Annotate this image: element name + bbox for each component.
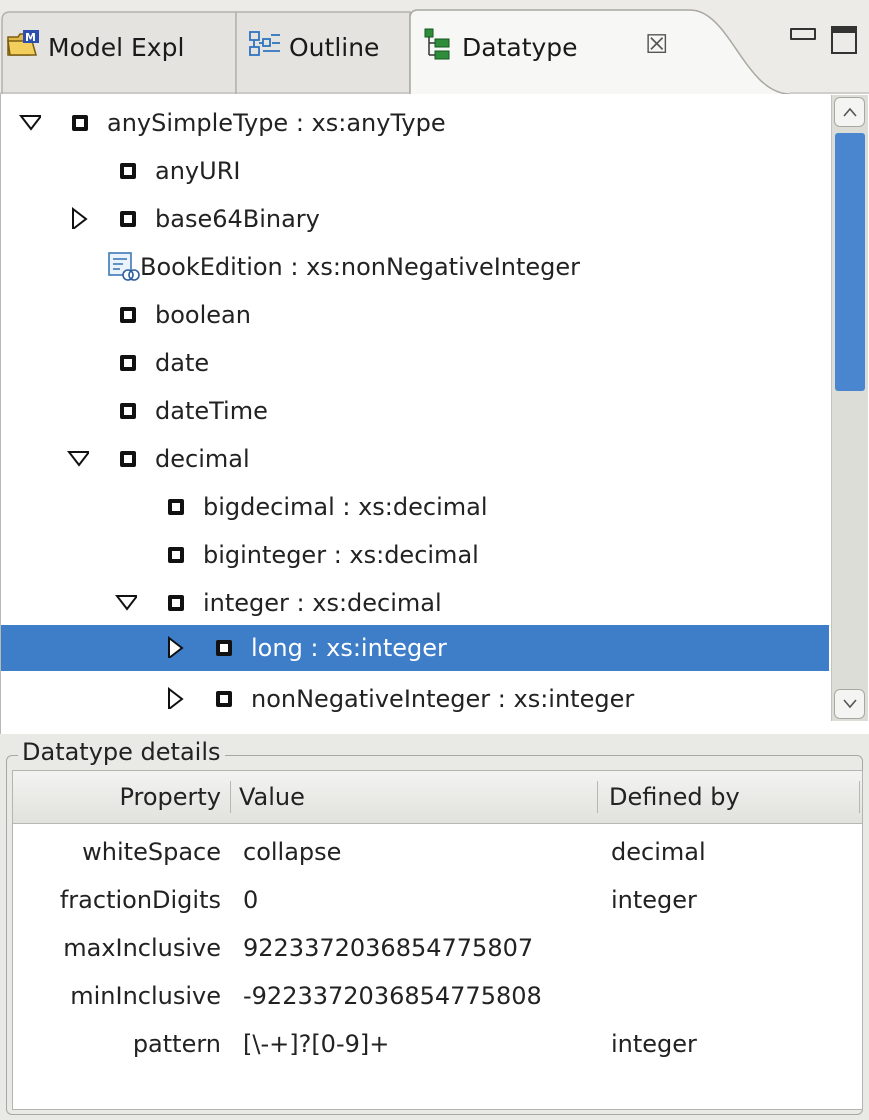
tree-item-label: BookEdition : xs:nonNegativeInteger bbox=[140, 253, 581, 281]
tree-item-label: nonNegativeInteger : xs:integer bbox=[251, 685, 635, 713]
property-cell: whiteSpace bbox=[82, 838, 221, 866]
details-row[interactable]: fractionDigits 0 integer bbox=[13, 877, 862, 923]
tab-model-explorer[interactable]: M Model Expl bbox=[6, 14, 184, 80]
tab-model-explorer-label: Model Expl bbox=[48, 32, 185, 62]
datatype-bullet-icon bbox=[216, 640, 232, 656]
model-explorer-icon: M bbox=[6, 29, 40, 65]
tree-item[interactable]: biginteger : xs:decimal bbox=[1, 532, 829, 578]
datatype-bullet-icon bbox=[120, 355, 136, 371]
tree-item-label: bigdecimal : xs:decimal bbox=[203, 493, 488, 521]
tab-outline[interactable]: Outline bbox=[247, 14, 379, 80]
tree-item[interactable]: nonNegativeInteger : xs:integer bbox=[1, 676, 829, 722]
tree-item[interactable]: boolean bbox=[1, 292, 829, 338]
tree-item-label: dateTime bbox=[155, 397, 268, 425]
value-cell: [\-+]?[0-9]+ bbox=[243, 1030, 390, 1058]
datatype-tree[interactable]: anySimpleType : xs:anyType anyURI base64Bi… bbox=[0, 94, 869, 734]
tree-item-label: biginteger : xs:decimal bbox=[203, 541, 479, 569]
datatype-bullet-icon bbox=[216, 691, 232, 707]
datatype-bullet-icon bbox=[120, 451, 136, 467]
tree-item[interactable]: bigdecimal : xs:decimal bbox=[1, 484, 829, 530]
tree-item[interactable]: BookEdition : xs:nonNegativeInteger bbox=[1, 244, 829, 290]
tree-item[interactable]: decimal bbox=[1, 436, 829, 482]
tab-outline-label: Outline bbox=[289, 32, 380, 62]
scrollbar-thumb[interactable] bbox=[835, 133, 865, 391]
tree-item[interactable]: date bbox=[1, 340, 829, 386]
collapsed-triangle-icon[interactable] bbox=[67, 207, 89, 229]
scroll-up-arrow-icon[interactable] bbox=[834, 97, 865, 127]
tree-item-label: boolean bbox=[155, 301, 251, 329]
value-cell: 9223372036854775807 bbox=[243, 934, 534, 962]
expanded-triangle-icon[interactable] bbox=[19, 111, 41, 133]
tree-item-label: anySimpleType : xs:anyType bbox=[107, 109, 446, 137]
tree-item-label: long : xs:integer bbox=[251, 634, 447, 662]
column-header-property[interactable]: Property bbox=[13, 771, 227, 823]
datatype-bullet-icon bbox=[120, 403, 136, 419]
defined-by-cell: integer bbox=[611, 1030, 697, 1058]
value-cell: 0 bbox=[243, 886, 259, 914]
property-cell: fractionDigits bbox=[59, 886, 221, 914]
tree-item-label: base64Binary bbox=[155, 205, 320, 233]
column-separator[interactable] bbox=[859, 781, 860, 813]
tree-item[interactable]: integer : xs:decimal bbox=[1, 580, 829, 626]
tab-datatype-label: Datatype bbox=[462, 32, 578, 62]
tree-item-label: anyURI bbox=[155, 157, 241, 185]
collapsed-triangle-icon[interactable] bbox=[163, 687, 185, 709]
outline-icon bbox=[247, 29, 281, 65]
property-cell: pattern bbox=[132, 1030, 221, 1058]
svg-text:M: M bbox=[25, 31, 36, 44]
maximize-view-icon[interactable] bbox=[831, 26, 857, 54]
user-datatype-icon bbox=[108, 252, 140, 281]
property-cell: minInclusive bbox=[70, 982, 221, 1010]
datatype-bullet-icon bbox=[168, 595, 184, 611]
expanded-triangle-icon[interactable] bbox=[67, 447, 89, 469]
datatype-bullet-icon bbox=[72, 115, 88, 131]
view-tab-bar: M Model Expl Outline Datatype ☒ bbox=[0, 0, 869, 94]
close-tab-icon[interactable]: ☒ bbox=[645, 30, 668, 60]
tree-item[interactable]: long : xs:integer bbox=[1, 625, 829, 671]
details-table-header: Property Value Defined by bbox=[13, 771, 862, 824]
value-cell: -9223372036854775808 bbox=[243, 982, 542, 1010]
datatype-bullet-icon bbox=[120, 211, 136, 227]
tree-item-label: date bbox=[155, 349, 210, 377]
column-separator[interactable] bbox=[230, 781, 231, 813]
details-row[interactable]: minInclusive -9223372036854775808 bbox=[13, 973, 862, 1019]
details-row[interactable]: whiteSpace collapse decimal bbox=[13, 829, 862, 875]
tree-item[interactable]: base64Binary bbox=[1, 196, 829, 242]
column-separator[interactable] bbox=[597, 781, 598, 813]
tree-item[interactable]: anySimpleType : xs:anyType bbox=[1, 100, 829, 146]
datatype-details-table[interactable]: Property Value Defined by whiteSpace coll… bbox=[12, 770, 863, 1110]
details-row[interactable]: pattern [\-+]?[0-9]+ integer bbox=[13, 1021, 862, 1067]
datatype-bullet-icon bbox=[120, 163, 136, 179]
defined-by-cell: integer bbox=[611, 886, 697, 914]
value-cell: collapse bbox=[243, 838, 342, 866]
tree-item[interactable]: anyURI bbox=[1, 148, 829, 194]
column-header-value[interactable]: Value bbox=[239, 771, 589, 823]
defined-by-cell: decimal bbox=[611, 838, 706, 866]
datatype-bullet-icon bbox=[168, 547, 184, 563]
datatype-details-title: Datatype details bbox=[18, 738, 225, 766]
datatype-bullet-icon bbox=[120, 307, 136, 323]
expanded-triangle-icon[interactable] bbox=[115, 591, 137, 613]
minimize-view-icon[interactable] bbox=[790, 28, 816, 40]
collapsed-triangle-icon[interactable] bbox=[163, 636, 185, 658]
scroll-down-arrow-icon[interactable] bbox=[834, 689, 865, 719]
tab-datatype[interactable]: Datatype bbox=[420, 14, 578, 80]
datatype-bullet-icon bbox=[168, 499, 184, 515]
datatype-hierarchy-icon bbox=[420, 27, 454, 67]
property-cell: maxInclusive bbox=[63, 934, 221, 962]
column-header-defined-by[interactable]: Defined by bbox=[609, 771, 849, 823]
tree-item[interactable]: dateTime bbox=[1, 388, 829, 434]
tree-item-label: integer : xs:decimal bbox=[203, 589, 442, 617]
tree-item-label: decimal bbox=[155, 445, 250, 473]
details-row[interactable]: maxInclusive 9223372036854775807 bbox=[13, 925, 862, 971]
tree-vertical-scrollbar[interactable] bbox=[831, 95, 868, 721]
